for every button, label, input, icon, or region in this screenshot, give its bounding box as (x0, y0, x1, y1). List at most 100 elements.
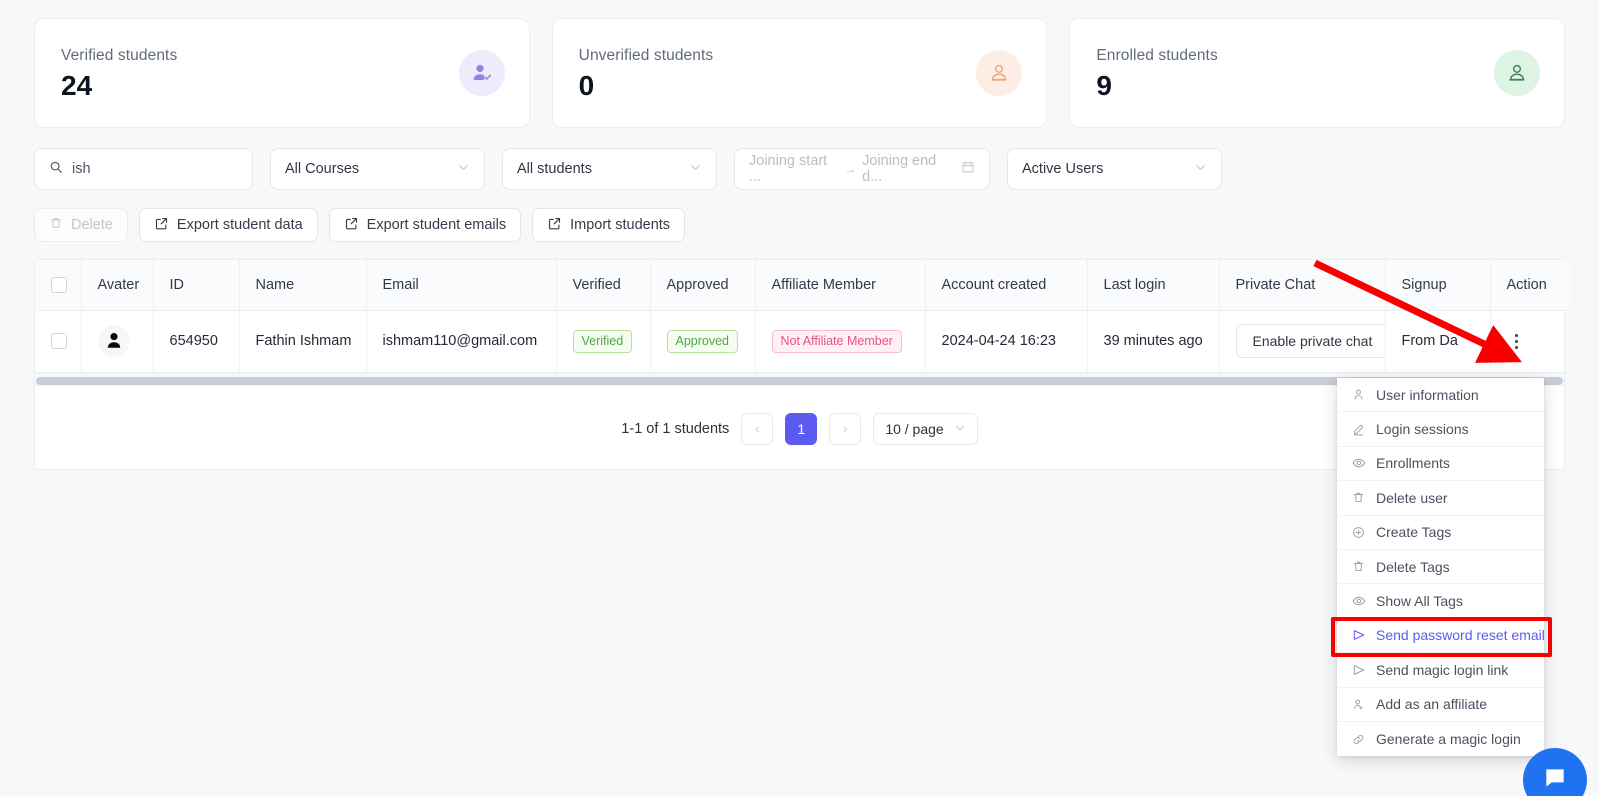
export-student-data-button[interactable]: Export student data (138, 208, 318, 242)
pagination-next-button[interactable]: › (829, 412, 862, 445)
row-id: 654950 (153, 310, 240, 373)
column-header-account-created: Account created (925, 260, 1088, 311)
enable-private-chat-button[interactable]: Enable private chat (1235, 324, 1384, 358)
export-icon (154, 216, 169, 235)
row-action-cell (1490, 310, 1570, 373)
user-outline-icon (1494, 50, 1541, 96)
export-student-emails-button[interactable]: Export student emails (328, 208, 522, 242)
avatar (97, 325, 130, 357)
menu-item-delete-user[interactable]: Delete user (1337, 481, 1544, 516)
menu-item-label: Generate a magic login (1376, 731, 1521, 748)
kebab-menu-icon[interactable] (1507, 333, 1527, 349)
menu-item-enrollments[interactable]: Enrollments (1337, 446, 1544, 482)
import-students-label: Import students (570, 217, 671, 233)
chevron-down-icon (1194, 161, 1207, 178)
user-outline-icon (976, 50, 1023, 96)
menu-item-label: Delete Tags (1376, 558, 1450, 575)
column-header-email: Email (366, 260, 557, 311)
menu-item-delete-tags[interactable]: Delete Tags (1337, 549, 1544, 585)
pagination-prev-button[interactable]: ‹ (741, 412, 774, 445)
stat-label: Enrolled students (1096, 46, 1218, 64)
table-header-row: Avater ID Name Email Verified Approved A… (35, 260, 1570, 311)
row-email: ishmam110@gmail.com (366, 310, 557, 373)
chevron-down-icon (689, 161, 702, 178)
menu-item-send-password-reset-email[interactable]: Send password reset email (1337, 618, 1545, 654)
chevron-down-icon (954, 421, 966, 437)
stat-value: 9 (1096, 69, 1112, 101)
stat-card-verified-students: Verified students 24 (34, 18, 530, 128)
stat-text: Verified students 24 (61, 47, 177, 100)
menu-item-add-as-an-affiliate[interactable]: Add as an affiliate (1337, 687, 1544, 722)
eye-icon (1351, 594, 1366, 608)
stat-value: 24 (61, 69, 93, 101)
eye-icon (1351, 456, 1366, 470)
column-header-action: Action (1490, 260, 1570, 311)
send-icon (1351, 663, 1366, 677)
link-icon (1351, 733, 1366, 746)
toolbar: Delete Export student data Export studen… (0, 190, 1599, 242)
column-header-approved: Approved (650, 260, 756, 311)
pagination-page-1[interactable]: 1 (785, 412, 818, 445)
joining-start-date-input[interactable]: Joining start ... (749, 153, 838, 185)
menu-item-user-information[interactable]: User information (1337, 378, 1544, 413)
menu-item-create-tags[interactable]: Create Tags (1337, 515, 1544, 550)
date-range-separator-icon: → (844, 162, 857, 176)
menu-item-show-all-tags[interactable]: Show All Tags (1337, 584, 1544, 619)
row-verified-cell: Verified (556, 310, 651, 373)
import-students-button[interactable]: Import students (532, 208, 686, 242)
export-icon (344, 216, 359, 235)
delete-button[interactable]: Delete (34, 208, 128, 242)
column-header-affiliate-member: Affiliate Member (755, 260, 926, 311)
column-header-signup: Signup (1385, 260, 1491, 311)
menu-item-label: User information (1376, 386, 1479, 403)
row-affiliate-cell: Not Affiliate Member (755, 310, 926, 373)
stat-label: Verified students (61, 46, 178, 64)
row-account-created: 2024-04-24 16:23 (925, 310, 1088, 373)
status-badge-verified: Verified (572, 329, 633, 353)
column-header-verified: Verified (556, 260, 651, 311)
menu-item-label: Send magic login link (1376, 661, 1509, 678)
plus-circle-icon (1351, 526, 1366, 539)
status-badge-approved: Approved (666, 329, 739, 353)
course-filter-select[interactable]: All Courses (270, 148, 485, 190)
menu-item-label: Send password reset email (1376, 627, 1545, 644)
filters-row: ish All Courses All students Joining sta… (0, 128, 1599, 190)
joining-date-range-picker[interactable]: Joining start ... → Joining end d... (734, 148, 990, 190)
row-avatar-cell (81, 310, 154, 373)
chat-bubble-icon (1542, 765, 1568, 796)
stat-card-unverified-students: Unverified students 0 (551, 18, 1048, 128)
row-checkbox[interactable] (51, 333, 67, 349)
search-input[interactable]: ish (34, 148, 253, 190)
course-filter-value: All Courses (285, 161, 360, 177)
chevron-down-icon (457, 161, 470, 178)
user-check-icon (458, 50, 505, 96)
stat-text: Unverified students 0 (579, 47, 714, 100)
column-header-avater: Avater (81, 260, 154, 311)
scrollbar-thumb[interactable] (36, 376, 1563, 385)
user-status-filter-select[interactable]: Active Users (1007, 148, 1222, 190)
joining-end-date-input[interactable]: Joining end d... (862, 153, 955, 185)
import-icon (547, 216, 562, 235)
trash-icon (49, 216, 63, 234)
stat-label: Unverified students (578, 46, 714, 64)
column-header-private-chat: Private Chat (1219, 260, 1386, 311)
menu-item-login-sessions[interactable]: Login sessions (1337, 412, 1544, 447)
table-row: 654950 Fathin Ishmam ishmam110@gmail.com… (35, 310, 1570, 373)
stat-card-enrolled-students: Enrolled students 9 (1069, 18, 1566, 128)
student-type-filter-select[interactable]: All students (502, 148, 717, 190)
menu-item-label: Delete user (1376, 489, 1448, 506)
menu-item-generate-a-magic-login[interactable]: Generate a magic login (1337, 721, 1544, 757)
row-last-login: 39 minutes ago (1087, 310, 1220, 373)
select-all-checkbox[interactable] (51, 276, 67, 293)
column-header-id: ID (153, 260, 240, 311)
row-name: Fathin Ishmam (239, 310, 367, 373)
pagination-summary: 1-1 of 1 students (621, 420, 730, 437)
column-header-name: Name (239, 260, 367, 311)
page-size-select[interactable]: 10 / page (873, 412, 978, 445)
table-horizontal-scrollbar[interactable] (35, 372, 1564, 387)
user-plus-icon (1351, 698, 1366, 711)
export-student-emails-label: Export student emails (366, 217, 507, 233)
menu-item-label: Add as an affiliate (1376, 696, 1488, 713)
menu-item-send-magic-login-link[interactable]: Send magic login link (1337, 653, 1544, 688)
row-signup: From Da (1385, 310, 1491, 373)
